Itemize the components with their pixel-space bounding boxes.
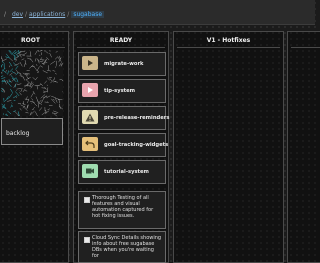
column-title-root: ROOT [0, 32, 68, 47]
backlog-label: backlog [6, 130, 29, 137]
task-checkbox[interactable] [84, 237, 90, 243]
column-ready: READY migrate-work tip-system pre-releas… [73, 31, 169, 263]
column-title-ready: READY [74, 32, 168, 47]
card-label: goal-tracking-widgets [104, 142, 168, 148]
breadcrumb-current[interactable]: sugabase [71, 11, 104, 18]
warning-icon [82, 110, 98, 124]
play-icon [82, 83, 98, 97]
card-tutorial-system[interactable]: tutorial-system [78, 160, 166, 184]
column-divider [0, 47, 65, 48]
card-label: migrate-work [104, 61, 143, 67]
breadcrumb: / dev/applications/sugabase [4, 11, 104, 18]
column-root: ROOT backlog [0, 31, 69, 263]
video-icon [82, 164, 98, 178]
undo-arrow-icon [82, 137, 98, 151]
project-graph-thumbnail[interactable] [1, 50, 63, 116]
card-label: pre-release-reminders [104, 115, 169, 121]
column-divider [291, 47, 320, 48]
card-migrate-work[interactable]: migrate-work [78, 52, 166, 76]
backlog-card[interactable]: backlog [1, 118, 63, 145]
column-title-v1: V1 - Hotfixes [174, 32, 283, 47]
video-icon [82, 56, 98, 70]
task-text: Cloud Sync Details showing info about fr… [92, 235, 162, 259]
top-bar: / dev/applications/sugabase [0, 0, 315, 25]
task-checkbox[interactable] [84, 197, 90, 203]
column-title-next [288, 32, 320, 47]
card-tip-system[interactable]: tip-system [78, 79, 166, 103]
breadcrumb-applications[interactable]: applications [29, 11, 65, 18]
column-divider [77, 47, 165, 48]
task-card[interactable]: Thorough Testing of all features and vis… [78, 191, 166, 229]
card-pre-release-reminders[interactable]: pre-release-reminders [78, 106, 166, 130]
task-card[interactable]: Cloud Sync Details showing info about fr… [78, 231, 166, 263]
column-divider [177, 47, 280, 48]
card-goal-tracking-widgets[interactable]: goal-tracking-widgets [78, 133, 166, 157]
column-next [287, 31, 320, 263]
card-label: tip-system [104, 88, 135, 94]
breadcrumb-dev[interactable]: dev [12, 11, 23, 18]
column-v1-hotfixes: V1 - Hotfixes [173, 31, 284, 263]
card-label: tutorial-system [104, 169, 149, 175]
task-text: Thorough Testing of all features and vis… [92, 195, 162, 219]
